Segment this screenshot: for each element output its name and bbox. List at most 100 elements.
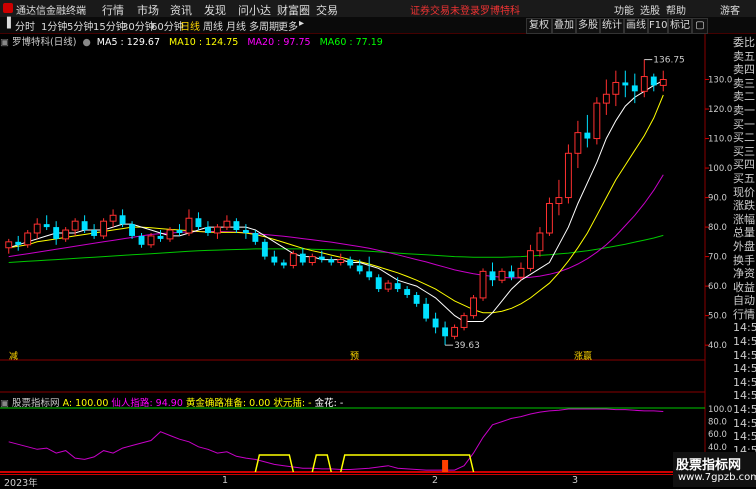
candle-body bbox=[631, 85, 638, 92]
candle-body bbox=[536, 232, 544, 252]
period-monthly[interactable]: 月线 bbox=[226, 18, 246, 33]
period-30min[interactable]: 30分钟 bbox=[122, 18, 155, 33]
candle-body bbox=[53, 227, 60, 239]
menu-shichang[interactable]: 市场 bbox=[137, 2, 159, 18]
candle-body bbox=[612, 81, 620, 95]
candle-body bbox=[308, 256, 316, 264]
quote-side-panel[interactable]: 委比 卖五 卖四 卖三 卖二 卖一 买一 买二 买三 买四 买五 现价 涨跌 涨幅 总量 外盘 换手 净资 收益 自动… bbox=[733, 36, 756, 471]
indicator-collapse-icon[interactable]: ▣ bbox=[0, 398, 9, 409]
period-1min[interactable]: 1分钟 bbox=[41, 18, 67, 33]
ma10-value: 124.75 bbox=[205, 37, 239, 48]
tongji-button[interactable]: 统计 bbox=[600, 18, 624, 34]
fuquan-button[interactable]: 复权 bbox=[526, 18, 552, 34]
candle-body bbox=[527, 250, 534, 269]
period-more[interactable]: 更多 bbox=[278, 18, 298, 33]
side-item: 卖四 bbox=[733, 63, 755, 77]
current-stock: 罗博特科 bbox=[480, 6, 520, 17]
price-tick: 130.0 bbox=[708, 76, 732, 86]
side-item: 买三 bbox=[733, 144, 755, 158]
side-item: 委比 bbox=[733, 36, 755, 49]
side-item: 涨幅 bbox=[733, 212, 755, 226]
side-item: 涨跌 bbox=[733, 199, 755, 213]
menu-caifuquan[interactable]: 财富圈 bbox=[277, 2, 310, 18]
indicator-name[interactable]: 股票指标网 bbox=[12, 398, 60, 409]
side-item: 卖五 bbox=[733, 49, 755, 63]
collapse-legend-icon[interactable]: ▣ bbox=[0, 37, 9, 48]
marker-jian: 减 bbox=[9, 350, 18, 362]
price-tick: 80.0 bbox=[708, 223, 727, 233]
marker-yu: 预 bbox=[350, 351, 359, 362]
max-price-label: 136.75 bbox=[653, 56, 685, 66]
candle-body bbox=[584, 132, 591, 139]
period-5min[interactable]: 5分钟 bbox=[67, 18, 93, 33]
candle-body bbox=[404, 289, 411, 295]
biaoji-button[interactable]: 标记 bbox=[668, 18, 692, 34]
app-logo-icon bbox=[3, 3, 13, 13]
user-guest[interactable]: 游客 bbox=[720, 2, 740, 17]
candle-body bbox=[423, 303, 430, 319]
settings-icon[interactable]: ● bbox=[82, 37, 90, 48]
menu-xuangu[interactable]: 选股 bbox=[640, 2, 660, 17]
candle-body bbox=[157, 235, 164, 239]
side-item: 外盘 bbox=[733, 239, 755, 253]
candle-body bbox=[91, 230, 98, 236]
menu-jiaoyi[interactable]: 交易 bbox=[316, 2, 338, 18]
signal-bar bbox=[442, 460, 449, 472]
menu-zixun[interactable]: 资讯 bbox=[170, 2, 192, 18]
candle-body bbox=[109, 214, 117, 222]
side-item: 净资 bbox=[733, 267, 755, 281]
collapse-icon[interactable]: ▐ bbox=[3, 18, 11, 29]
more-arrow-icon[interactable]: ▸ bbox=[299, 18, 304, 29]
huaxian-button[interactable]: 画线 bbox=[624, 18, 648, 34]
candle-body bbox=[71, 220, 79, 231]
duogu-button[interactable]: 多股 bbox=[576, 18, 600, 34]
candle-body bbox=[337, 259, 345, 264]
side-item: 买二 bbox=[733, 131, 755, 145]
price-tick: 40.0 bbox=[708, 341, 727, 351]
side-item: 自动 bbox=[733, 294, 755, 308]
panel-toggle-icon[interactable]: ▢ bbox=[692, 18, 708, 34]
period-weekly[interactable]: 周线 bbox=[203, 18, 223, 33]
side-item: 14:50 bbox=[733, 416, 756, 430]
candle-body bbox=[15, 241, 22, 245]
period-daily[interactable]: 日线 bbox=[180, 18, 200, 33]
side-item: 14:50 bbox=[733, 335, 756, 349]
menu-hangqing[interactable]: 行情 bbox=[102, 2, 124, 18]
menu-faxian[interactable]: 发现 bbox=[204, 2, 226, 18]
xaxis-label-2: 2 bbox=[432, 475, 439, 486]
candle-body bbox=[205, 227, 211, 233]
menu-bangzhu[interactable]: 帮助 bbox=[666, 2, 686, 17]
menu-gongneng[interactable]: 功能 bbox=[614, 2, 634, 17]
side-item: 14:50 bbox=[733, 321, 756, 335]
candle-body bbox=[650, 76, 657, 86]
indicator-tick: 100.0 bbox=[708, 405, 732, 415]
side-item: 卖二 bbox=[733, 90, 755, 104]
indicator-tick: 80.0 bbox=[708, 418, 727, 428]
xaxis-label-3: 3 bbox=[572, 475, 579, 486]
candle-body bbox=[261, 241, 268, 257]
candle-body bbox=[223, 220, 231, 228]
f10-button[interactable]: F10 bbox=[648, 18, 668, 34]
side-item: 行情 bbox=[733, 307, 755, 321]
ma60-value: 77.19 bbox=[355, 37, 383, 48]
diejia-button[interactable]: 叠加 bbox=[552, 18, 576, 34]
candle-body bbox=[62, 229, 70, 240]
period-multi[interactable]: 多周期 bbox=[249, 18, 279, 33]
candle-body bbox=[574, 132, 582, 154]
period-60min[interactable]: 60分钟 bbox=[151, 18, 184, 33]
candle-body bbox=[356, 265, 363, 272]
side-item: 总量 bbox=[733, 226, 755, 240]
period-15min[interactable]: 15分钟 bbox=[93, 18, 126, 33]
ma20-value: 97.75 bbox=[283, 37, 311, 48]
candle-body bbox=[271, 256, 278, 263]
candle-body bbox=[81, 221, 88, 231]
candle-body bbox=[119, 215, 126, 225]
candle-body bbox=[213, 226, 221, 234]
price-tick: 90.0 bbox=[708, 194, 727, 204]
login-notice[interactable]: 证券交易未登录 bbox=[410, 2, 480, 17]
side-item: 买五 bbox=[733, 171, 755, 185]
menu-wenxiaoda[interactable]: 问小达 bbox=[238, 2, 271, 18]
period-fenshi[interactable]: 分时 bbox=[15, 18, 35, 33]
candle-body bbox=[593, 102, 601, 140]
side-item: 14:50 bbox=[733, 389, 756, 403]
